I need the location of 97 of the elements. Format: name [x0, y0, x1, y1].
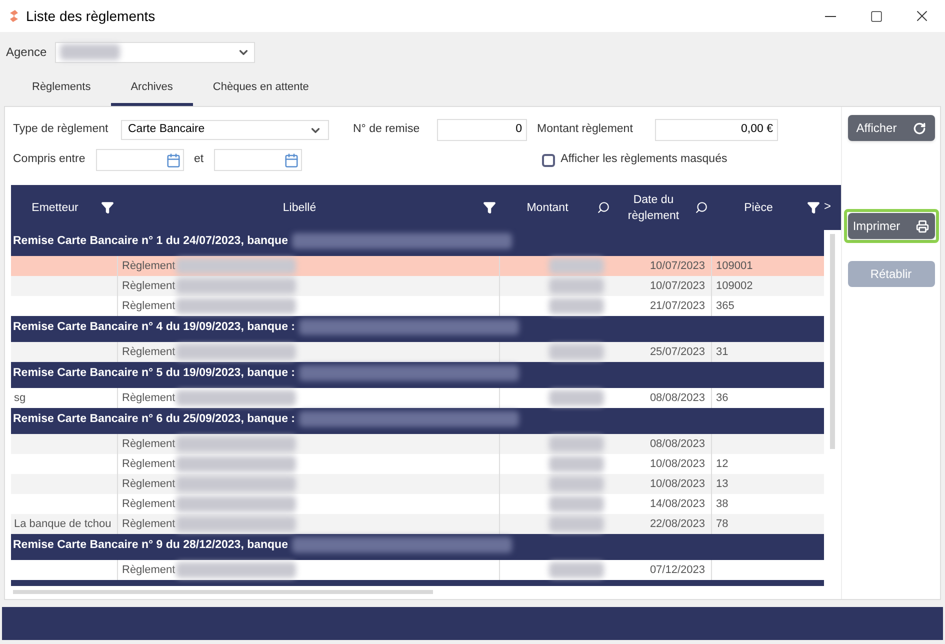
table-cell-text: 08/08/2023: [650, 390, 705, 406]
redacted-blur: [549, 496, 604, 512]
table-cell-text: 21/07/2023: [650, 298, 705, 314]
table-cell-text: 10/08/2023: [650, 476, 705, 492]
table-cell-text: 22/08/2023: [650, 516, 705, 532]
window-title: Liste des règlements: [26, 6, 156, 26]
table-cell-text: 10/07/2023: [650, 258, 705, 274]
group-title: Remise Carte Bancaire n° 6 du 25/09/2023, banque :: [13, 412, 295, 427]
table-row[interactable]: Règlement 10/07/2023 109001: [11, 256, 824, 276]
montant-field[interactable]: 0,00 €: [655, 119, 778, 141]
redacted-blur: [549, 344, 604, 360]
table-cell-text: La banque de tchou: [14, 516, 112, 532]
column-header[interactable]: Date du règlement: [618, 192, 689, 224]
redacted-blur: [549, 258, 604, 274]
table-row[interactable]: Règlement 10/07/2023 109002: [11, 276, 824, 296]
logo-icon: [8, 10, 20, 22]
table-cell-text: Règlement: [122, 496, 176, 512]
table-cell-text: Règlement: [122, 344, 176, 360]
type-dropdown[interactable]: Carte Bancaire: [121, 120, 329, 140]
group-row[interactable]: Remise Carte Bancaire n° 9 du 28/12/2023, banque: [11, 534, 824, 560]
table-cell-text: 109002: [716, 278, 753, 294]
table-cell-text: Règlement: [122, 298, 176, 314]
redacted-blur: [549, 516, 604, 532]
table-cell-text: 10/08/2023: [650, 456, 705, 472]
refresh-icon: [912, 122, 926, 134]
table-cell-text: 78: [716, 516, 728, 532]
date-field[interactable]: [214, 149, 302, 171]
group-row[interactable]: Remise Carte Bancaire n° 5 du 19/09/2023, banque :: [11, 362, 824, 388]
column-header[interactable]: Emetteur: [15, 200, 95, 216]
table-cell-text: Règlement: [122, 516, 176, 532]
search-icon[interactable]: [695, 201, 708, 214]
column-header[interactable]: Montant: [504, 200, 591, 216]
tab[interactable]: Règlements: [12, 72, 111, 106]
printer-icon: [916, 220, 930, 232]
action-button[interactable]: Afficher: [848, 115, 934, 141]
redacted-blur: [549, 562, 604, 578]
filter-icon[interactable]: [807, 201, 820, 214]
group-title: Remise Carte Bancaire n° 9 du 28/12/2023, banque: [13, 538, 288, 553]
table-cell-text: 109001: [716, 258, 753, 274]
table-cell-text: Règlement: [122, 436, 176, 452]
redacted-blur: [549, 390, 604, 406]
horizontal-scrollbar[interactable]: [13, 590, 433, 594]
table-row[interactable]: Règlement 10/08/2023 13: [11, 474, 824, 494]
table-cell-text: sg: [14, 390, 26, 406]
action-button[interactable]: Imprimer: [848, 213, 934, 239]
redacted-blur: [549, 476, 604, 492]
agence-label: Agence: [6, 44, 47, 61]
redacted-blur: [60, 44, 120, 60]
group-row[interactable]: Remise Carte Bancaire n° 6 du 25/09/2023, banque :: [11, 408, 824, 434]
table-cell-text: 36: [716, 390, 728, 406]
table-cell-text: 08/08/2023: [650, 436, 705, 452]
table-cell-text: 31: [716, 344, 728, 360]
calendar-icon: [284, 152, 299, 168]
table-cell-text: 365: [716, 298, 734, 314]
table-cell-text: 38: [716, 496, 728, 512]
table-cell-text: Règlement: [122, 390, 176, 406]
group-title: Remise Carte Bancaire n° 5 du 19/09/2023, banque :: [13, 366, 295, 381]
group-row[interactable]: Remise Carte Bancaire n° 1 du 24/07/2023, banque: [11, 230, 824, 256]
table-cell-text: Règlement: [122, 258, 176, 274]
montant-label: Montant règlement: [537, 122, 634, 138]
scroll-right-arrow[interactable]: >: [824, 185, 841, 230]
remise-field[interactable]: 0: [437, 119, 527, 141]
compris-label: Compris entre: [13, 152, 86, 168]
column-header[interactable]: Libellé: [122, 200, 477, 216]
et-label: et: [194, 152, 204, 168]
filter-icon[interactable]: [483, 201, 496, 214]
redacted-blur: [549, 436, 604, 452]
table-row[interactable]: Règlement 08/08/2023: [11, 434, 824, 454]
table-cell-text: Règlement: [122, 456, 176, 472]
table-cell-text: 25/07/2023: [650, 344, 705, 360]
table-cell-text: Règlement: [122, 562, 176, 578]
tab[interactable]: Chèques en attente: [192, 72, 329, 106]
table-cell-text: 14/08/2023: [650, 496, 705, 512]
table-cell-text: 10/07/2023: [650, 278, 705, 294]
redacted-blur: [549, 298, 604, 314]
group-title: Remise Carte Bancaire n° 4 du 19/09/2023, banque :: [13, 320, 295, 335]
calendar-icon: [166, 152, 181, 168]
search-icon[interactable]: [597, 201, 610, 214]
date-field[interactable]: [96, 149, 184, 171]
table-row[interactable]: La banque de tchou Règlement 22/08/2023 78: [11, 514, 824, 534]
table-cell-text: 07/12/2023: [650, 562, 705, 578]
group-title: Remise Carte Bancaire n° 1 du 24/07/2023, banque: [13, 234, 288, 249]
remise-label: N° de remise: [353, 122, 421, 138]
filter-icon[interactable]: [101, 201, 114, 214]
redacted-blur: [549, 278, 604, 294]
masques-label: Afficher les règlements masqués: [560, 152, 728, 168]
maximize-icon: [870, 10, 882, 22]
table-cell-text: Règlement: [122, 278, 176, 294]
table-cell-text: Règlement: [122, 476, 176, 492]
table-cell-text: 13: [716, 476, 728, 492]
group-row[interactable]: Remise Carte Bancaire n° 4 du 19/09/2023, banque :: [11, 316, 824, 342]
table-row[interactable]: Règlement 25/07/2023 31: [11, 342, 824, 362]
type-label: Type de règlement: [13, 122, 110, 138]
column-header[interactable]: Pièce: [716, 200, 801, 216]
table-cell-text: 12: [716, 456, 728, 472]
masques-checkbox[interactable]: [542, 154, 555, 166]
redacted-blur: [549, 456, 604, 472]
